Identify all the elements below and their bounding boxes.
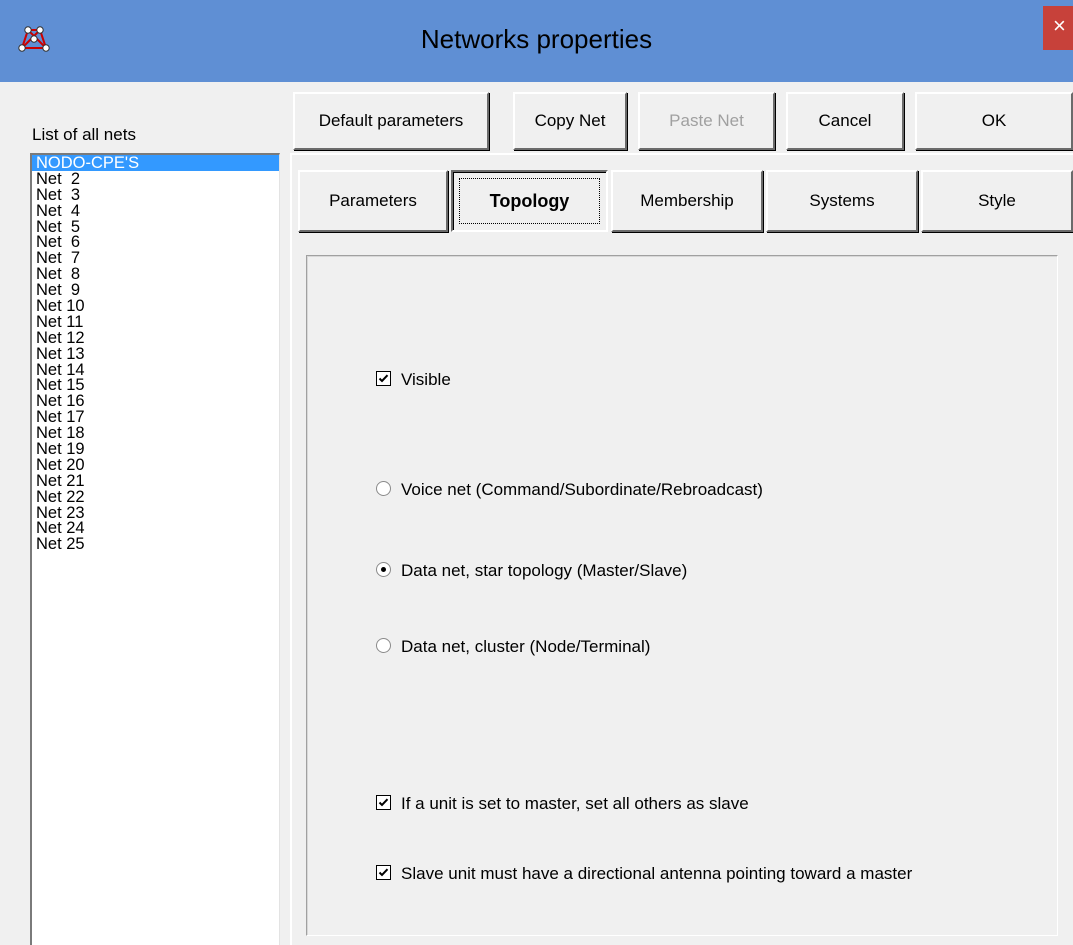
paste-net-button[interactable]: Paste Net bbox=[638, 92, 775, 150]
voice-net-radio[interactable] bbox=[376, 481, 391, 496]
ok-button[interactable]: OK bbox=[915, 92, 1073, 150]
checkmark-icon bbox=[378, 798, 389, 807]
cluster-option[interactable]: Data net, cluster (Node/Terminal) bbox=[376, 637, 650, 657]
tab-membership[interactable]: Membership bbox=[611, 170, 763, 232]
net-list-label: List of all nets bbox=[32, 125, 136, 144]
radio-selected-dot-icon bbox=[381, 567, 386, 572]
list-item[interactable]: Net 12 bbox=[32, 330, 279, 346]
tab-topology-label: Topology bbox=[459, 178, 600, 224]
list-item[interactable]: Net 16 bbox=[32, 393, 279, 409]
list-item[interactable]: Net 5 bbox=[32, 219, 279, 235]
master-slave-label: If a unit is set to master, set all othe… bbox=[401, 794, 749, 813]
list-item[interactable]: Net 8 bbox=[32, 266, 279, 282]
list-item[interactable]: Net 20 bbox=[32, 457, 279, 473]
list-item[interactable]: Net 22 bbox=[32, 489, 279, 505]
net-listbox[interactable]: NODO-CPE'S Net 2 Net 3 Net 4 Net 5 Net 6 Net 7… bbox=[30, 153, 280, 945]
window-title: Networks properties bbox=[420, 24, 653, 54]
tab-style[interactable]: Style bbox=[921, 170, 1073, 232]
master-slave-option[interactable]: If a unit is set to master, set all othe… bbox=[376, 794, 749, 814]
close-icon: × bbox=[1053, 13, 1066, 38]
visible-label: Visible bbox=[401, 370, 451, 389]
copy-net-button[interactable]: Copy Net bbox=[513, 92, 627, 150]
list-item[interactable]: Net 15 bbox=[32, 377, 279, 393]
list-item[interactable]: Net 25 bbox=[32, 536, 279, 552]
star-topology-radio[interactable] bbox=[376, 562, 391, 577]
list-item[interactable]: Net 2 bbox=[32, 171, 279, 187]
list-item[interactable]: Net 17 bbox=[32, 409, 279, 425]
checkmark-icon bbox=[378, 374, 389, 383]
list-item[interactable]: Net 9 bbox=[32, 282, 279, 298]
cancel-button[interactable]: Cancel bbox=[786, 92, 904, 150]
list-item[interactable]: Net 6 bbox=[32, 234, 279, 250]
list-item[interactable]: Net 21 bbox=[32, 473, 279, 489]
checkmark-icon bbox=[378, 868, 389, 877]
tab-topology[interactable]: Topology bbox=[451, 170, 608, 232]
master-slave-checkbox[interactable] bbox=[376, 795, 391, 810]
list-item[interactable]: Net 7 bbox=[32, 250, 279, 266]
voice-net-label: Voice net (Command/Subordinate/Rebroadca… bbox=[401, 480, 763, 499]
star-topology-label: Data net, star topology (Master/Slave) bbox=[401, 561, 688, 580]
directional-antenna-option[interactable]: Slave unit must have a directional anten… bbox=[376, 864, 912, 884]
directional-antenna-checkbox[interactable] bbox=[376, 865, 391, 880]
list-item[interactable]: Net 11 bbox=[32, 314, 279, 330]
list-item[interactable]: Net 13 bbox=[32, 346, 279, 362]
star-topology-option[interactable]: Data net, star topology (Master/Slave) bbox=[376, 561, 687, 581]
visible-checkbox[interactable] bbox=[376, 371, 391, 386]
default-parameters-button[interactable]: Default parameters bbox=[293, 92, 489, 150]
list-item[interactable]: Net 23 bbox=[32, 505, 279, 521]
close-button[interactable]: × bbox=[1043, 6, 1073, 50]
list-item[interactable]: Net 14 bbox=[32, 362, 279, 378]
visible-option[interactable]: Visible bbox=[376, 370, 451, 390]
topology-panel bbox=[306, 255, 1058, 936]
tab-systems[interactable]: Systems bbox=[766, 170, 918, 232]
list-item[interactable]: Net 10 bbox=[32, 298, 279, 314]
list-item[interactable]: Net 24 bbox=[32, 520, 279, 536]
directional-antenna-label: Slave unit must have a directional anten… bbox=[401, 864, 913, 883]
tab-parameters[interactable]: Parameters bbox=[298, 170, 448, 232]
cluster-label: Data net, cluster (Node/Terminal) bbox=[401, 637, 651, 656]
list-item[interactable]: Net 18 bbox=[32, 425, 279, 441]
list-item[interactable]: Net 4 bbox=[32, 203, 279, 219]
list-item[interactable]: NODO-CPE'S bbox=[32, 155, 279, 171]
list-item[interactable]: Net 19 bbox=[32, 441, 279, 457]
title-bar: Networks properties × bbox=[0, 0, 1073, 82]
voice-net-option[interactable]: Voice net (Command/Subordinate/Rebroadca… bbox=[376, 480, 763, 500]
list-item[interactable]: Net 3 bbox=[32, 187, 279, 203]
cluster-radio[interactable] bbox=[376, 638, 391, 653]
